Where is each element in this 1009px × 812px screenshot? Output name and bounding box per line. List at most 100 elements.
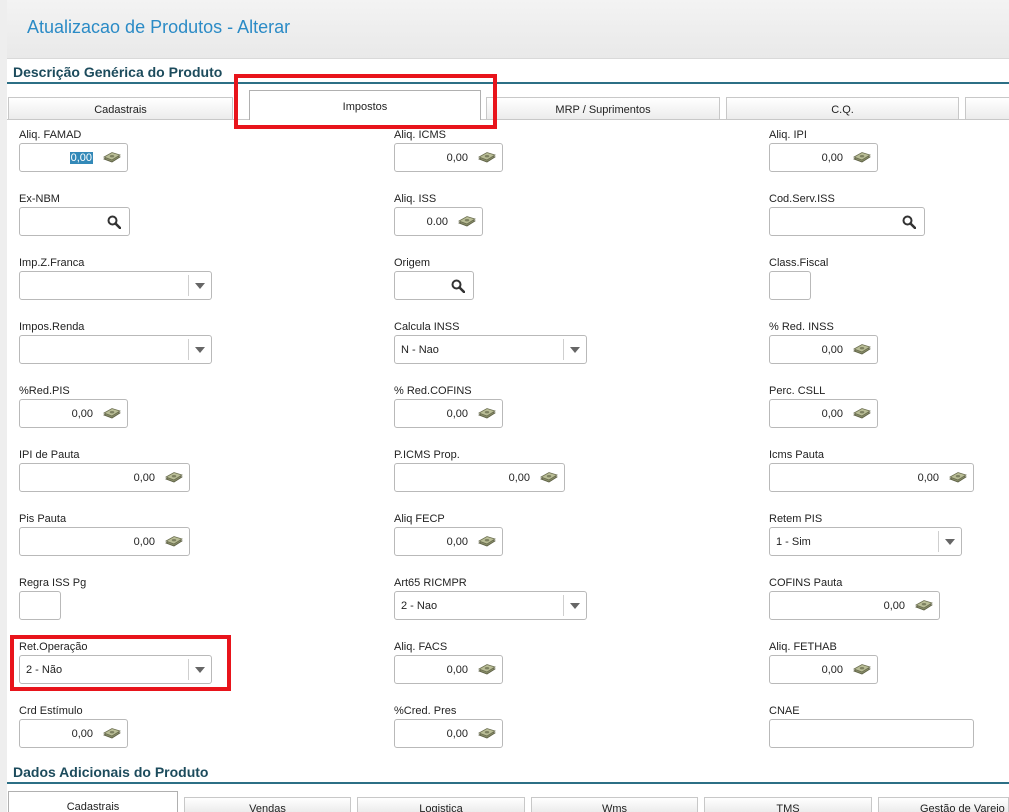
chevron-down-icon[interactable] <box>195 347 205 353</box>
icms-pauta-input[interactable]: 0,00 <box>769 463 974 492</box>
art65-ricmpr-value: 2 - Nao <box>401 600 438 612</box>
tab-impostos[interactable]: Impostos <box>249 90 481 120</box>
label-origem: Origem <box>394 257 431 269</box>
combo-separator <box>188 275 189 296</box>
aliq-icms-input[interactable]: 0,00 <box>394 143 503 172</box>
picms-prop-value: 0,00 <box>508 472 530 484</box>
aliq-iss-value: 0.00 <box>426 216 448 228</box>
label-ret-operacao: Ret.Operação <box>19 641 88 653</box>
tab-bottom-tms[interactable]: TMS <box>704 797 872 812</box>
tab-cadastrais[interactable]: Cadastrais <box>8 97 233 119</box>
retem-pis-select[interactable]: 1 - Sim <box>769 527 962 556</box>
money-icon[interactable] <box>478 536 496 548</box>
label-pis-pauta: Pis Pauta <box>19 513 67 525</box>
ret-operacao-select[interactable]: 2 - Não <box>19 655 212 684</box>
tab-mrp-suprimentos[interactable]: MRP / Suprimentos <box>486 97 720 119</box>
tab-bottom-gestao-varejo[interactable]: Gestão de Varejo <box>878 797 1009 812</box>
red-inss-value: 0,00 <box>821 344 843 356</box>
cofins-pauta-input[interactable]: 0,00 <box>769 591 940 620</box>
red-pis-value: 0,00 <box>71 408 93 420</box>
window-title: Atualizacao de Produtos - Alterar <box>27 17 291 37</box>
label-red-cofins: % Red.COFINS <box>394 385 472 397</box>
perc-csll-input[interactable]: 0,00 <box>769 399 878 428</box>
crd-estimulo-input[interactable]: 0,00 <box>19 719 128 748</box>
label-aliq-iss: Aliq. ISS <box>394 193 437 205</box>
regra-iss-pg-input[interactable] <box>19 591 61 620</box>
label-aliq-famad: Aliq. FAMAD <box>19 129 82 141</box>
money-icon[interactable] <box>853 408 871 420</box>
money-icon[interactable] <box>478 152 496 164</box>
chevron-down-icon[interactable] <box>195 667 205 673</box>
label-cred-pres: %Cred. Pres <box>394 705 457 717</box>
tab-bottom-cadastrais[interactable]: Cadastrais <box>8 791 178 812</box>
red-pis-input[interactable]: 0,00 <box>19 399 128 428</box>
money-icon[interactable] <box>949 472 967 484</box>
cod-serv-iss-input[interactable] <box>769 207 925 236</box>
calcula-inss-value: N - Nao <box>401 344 439 356</box>
cofins-pauta-value: 0,00 <box>883 600 905 612</box>
tab-bottom-wms[interactable]: Wms <box>531 797 698 812</box>
aliq-famad-input[interactable]: 0,00 <box>19 143 128 172</box>
money-icon[interactable] <box>915 600 933 612</box>
money-icon[interactable] <box>165 536 183 548</box>
ipi-pauta-input[interactable]: 0,00 <box>19 463 190 492</box>
aliq-iss-input[interactable]: 0.00 <box>394 207 483 236</box>
calcula-inss-select[interactable]: N - Nao <box>394 335 587 364</box>
money-icon[interactable] <box>853 664 871 676</box>
aliq-famad-value: 0,00 <box>69 152 93 164</box>
label-red-pis: %Red.PIS <box>19 385 70 397</box>
picms-prop-input[interactable]: 0,00 <box>394 463 565 492</box>
money-icon[interactable] <box>165 472 183 484</box>
chevron-down-icon[interactable] <box>945 539 955 545</box>
section-header-generic: Descrição Genérica do Produto <box>7 60 1009 84</box>
label-cod-serv-iss: Cod.Serv.ISS <box>769 193 835 205</box>
label-aliq-fecp: Aliq FECP <box>394 513 445 525</box>
chevron-down-icon[interactable] <box>570 347 580 353</box>
class-fiscal-input[interactable] <box>769 271 811 300</box>
red-inss-input[interactable]: 0,00 <box>769 335 878 364</box>
label-ipi-pauta: IPI de Pauta <box>19 449 80 461</box>
label-impos-renda: Impos.Renda <box>19 321 85 333</box>
cred-pres-input[interactable]: 0,00 <box>394 719 503 748</box>
aliq-facs-value: 0,00 <box>446 664 468 676</box>
tab-bottom-logistica[interactable]: Logistica <box>357 797 525 812</box>
label-regra-iss-pg: Regra ISS Pg <box>19 577 87 589</box>
money-icon[interactable] <box>103 728 121 740</box>
money-icon[interactable] <box>478 664 496 676</box>
ex-nbm-input[interactable] <box>19 207 130 236</box>
money-icon[interactable] <box>103 152 121 164</box>
money-icon[interactable] <box>478 408 496 420</box>
art65-ricmpr-select[interactable]: 2 - Nao <box>394 591 587 620</box>
icms-pauta-value: 0,00 <box>917 472 939 484</box>
tab-cq[interactable]: C.Q. <box>726 97 959 119</box>
label-crd-estimulo: Crd Estímulo <box>19 705 83 717</box>
money-icon[interactable] <box>540 472 558 484</box>
money-icon[interactable] <box>478 728 496 740</box>
origem-input[interactable] <box>394 271 474 300</box>
aliq-facs-input[interactable]: 0,00 <box>394 655 503 684</box>
aliq-fethab-input[interactable]: 0,00 <box>769 655 878 684</box>
crd-estimulo-value: 0,00 <box>71 728 93 740</box>
aliq-fecp-input[interactable]: 0,00 <box>394 527 503 556</box>
magnifier-icon[interactable] <box>451 279 465 293</box>
money-icon[interactable] <box>853 344 871 356</box>
chevron-down-icon[interactable] <box>570 603 580 609</box>
tab-bottom-vendas[interactable]: Vendas <box>184 797 351 812</box>
tab-more[interactable] <box>965 97 1009 119</box>
money-icon[interactable] <box>853 152 871 164</box>
label-aliq-ipi: Aliq. IPI <box>769 129 807 141</box>
red-cofins-input[interactable]: 0,00 <box>394 399 503 428</box>
magnifier-icon[interactable] <box>902 215 916 229</box>
pis-pauta-input[interactable]: 0,00 <box>19 527 190 556</box>
money-icon[interactable] <box>103 408 121 420</box>
money-icon[interactable] <box>458 216 476 228</box>
chevron-down-icon[interactable] <box>195 283 205 289</box>
label-aliq-icms: Aliq. ICMS <box>394 129 446 141</box>
impos-renda-select[interactable] <box>19 335 212 364</box>
aliq-ipi-input[interactable]: 0,00 <box>769 143 878 172</box>
cnae-input[interactable] <box>769 719 974 748</box>
magnifier-icon[interactable] <box>107 215 121 229</box>
ret-operacao-value: 2 - Não <box>26 664 63 676</box>
ipi-pauta-value: 0,00 <box>133 472 155 484</box>
imp-z-franca-select[interactable] <box>19 271 212 300</box>
